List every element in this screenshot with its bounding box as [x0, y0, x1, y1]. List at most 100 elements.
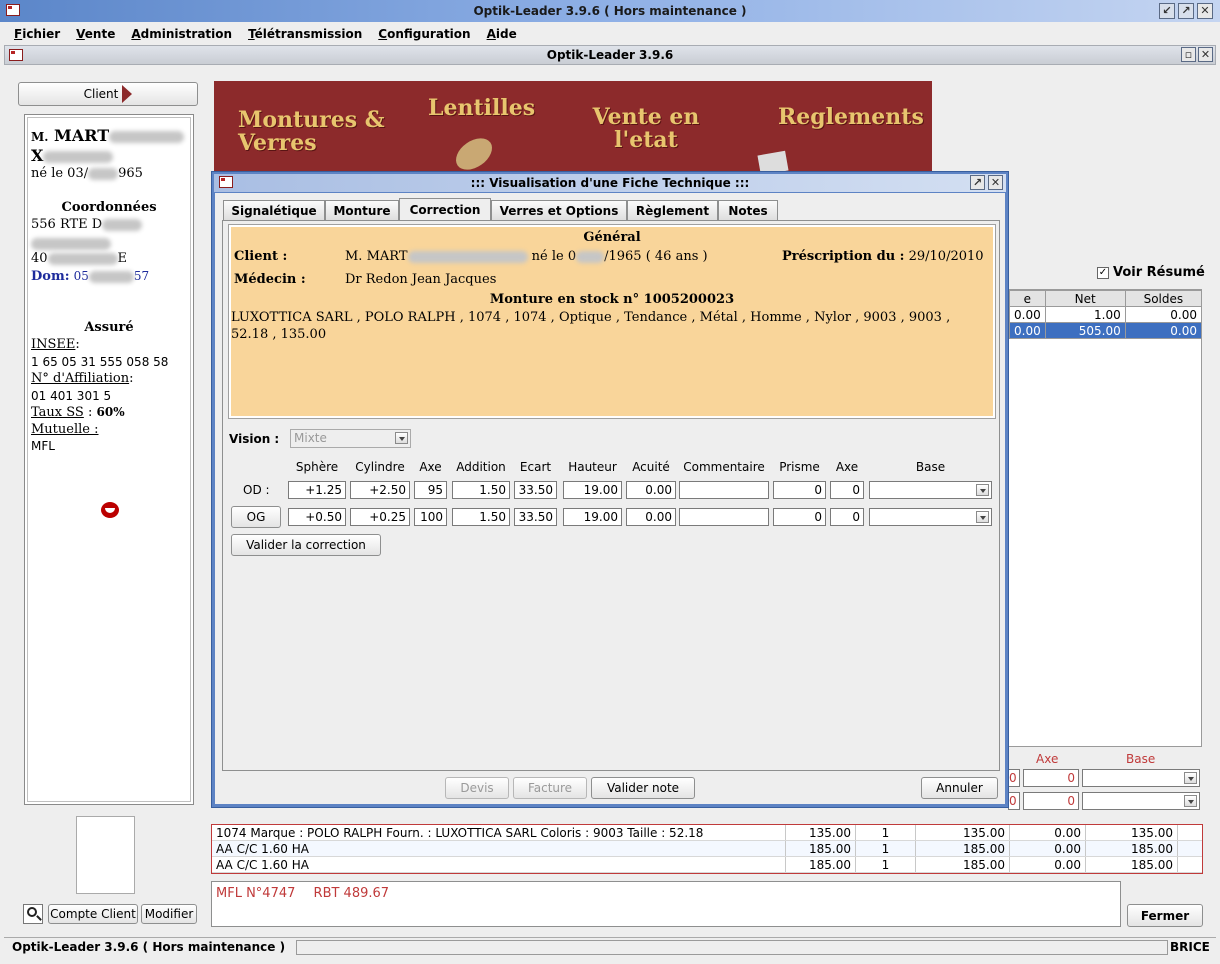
- banner-lentilles[interactable]: Lentilles: [428, 96, 535, 120]
- right-base-label: Base: [1126, 752, 1156, 766]
- table-row-selected[interactable]: 0.00 505.00 0.00: [1009, 322, 1203, 339]
- banner-montures-verres[interactable]: Montures & Verres: [238, 108, 388, 155]
- tab-monture[interactable]: Monture: [325, 200, 399, 220]
- client-button-label: Client: [83, 87, 119, 101]
- order-line-cell: 1: [856, 857, 916, 872]
- right-field[interactable]: 0: [1008, 792, 1020, 810]
- client-birthdate: né le 03/965: [31, 166, 143, 181]
- client-photo: [76, 816, 135, 894]
- client-button[interactable]: Client: [18, 82, 198, 106]
- annuler-button[interactable]: Annuler: [921, 777, 998, 799]
- og-prisme-field[interactable]: 0: [773, 508, 826, 526]
- od-ecart-field[interactable]: 33.50: [514, 481, 557, 499]
- og-cylindre-field[interactable]: +0.25: [350, 508, 410, 526]
- od-cylindre-field[interactable]: +2.50: [350, 481, 410, 499]
- od-addition-field[interactable]: 1.50: [452, 481, 510, 499]
- coordonnees-title: Coordonnées: [61, 200, 157, 215]
- order-line-row[interactable]: AA C/C 1.60 HA 185.00 1 185.00 0.00 185.00: [212, 841, 1202, 857]
- od-acuite-field[interactable]: 0.00: [626, 481, 676, 499]
- banner-reglements[interactable]: Reglements: [778, 105, 924, 129]
- order-line-row[interactable]: AA C/C 1.60 HA 185.00 1 185.00 0.00 185.00: [212, 857, 1202, 873]
- og-addition-field[interactable]: 1.50: [452, 508, 510, 526]
- valider-correction-button[interactable]: Valider la correction: [231, 534, 381, 556]
- tab-correction[interactable]: Correction: [399, 198, 491, 221]
- fiche-technique-dialog: ::: Visualisation d'une Fiche Technique …: [211, 171, 1009, 808]
- od-sphere-field[interactable]: +1.25: [288, 481, 346, 499]
- tab-signaletique[interactable]: Signalétique: [223, 200, 325, 220]
- valider-note-button[interactable]: Valider note: [591, 777, 695, 799]
- order-line-cell: 0.00: [1010, 825, 1086, 840]
- og-hauteur-field[interactable]: 19.00: [563, 508, 622, 526]
- od-axe2-field[interactable]: 0: [830, 481, 864, 499]
- order-line-row[interactable]: 1074 Marque : POLO RALPH Fourn. : LUXOTT…: [212, 825, 1202, 841]
- table-row[interactable]: 0.00 1.00 0.00: [1009, 306, 1203, 323]
- tab-notes[interactable]: Notes: [718, 200, 778, 220]
- og-axe2-field[interactable]: 0: [830, 508, 864, 526]
- right-field[interactable]: 0: [1008, 769, 1020, 787]
- minimize-icon[interactable]: ↙: [1159, 3, 1175, 19]
- modifier-button[interactable]: Modifier: [141, 904, 197, 924]
- cell: 0.00: [1124, 306, 1203, 323]
- menu-teletransmission[interactable]: Télétransmission: [240, 27, 370, 41]
- cell: 1.00: [1044, 306, 1126, 323]
- right-base-select[interactable]: [1082, 792, 1200, 810]
- od-commentaire-field[interactable]: [679, 481, 769, 499]
- status-bar: Optik-Leader 3.9.6 ( Hors maintenance ) …: [4, 937, 1216, 957]
- col-header-addition: Addition: [456, 460, 506, 474]
- vision-select[interactable]: Mixte: [290, 429, 411, 448]
- fermer-button[interactable]: Fermer: [1127, 904, 1203, 927]
- col-header-axe2: Axe: [835, 460, 859, 474]
- client-name: M. MART: [31, 126, 185, 145]
- right-axe-field[interactable]: 0: [1023, 769, 1079, 787]
- col-header-acuite: Acuité: [632, 460, 670, 474]
- facture-button[interactable]: Facture: [513, 777, 587, 799]
- devis-button[interactable]: Devis: [445, 777, 509, 799]
- og-sphere-field[interactable]: +0.50: [288, 508, 346, 526]
- compte-client-button[interactable]: Compte Client: [48, 904, 138, 924]
- right-axe-field[interactable]: 0: [1023, 792, 1079, 810]
- og-base-field[interactable]: [869, 508, 992, 526]
- close-icon[interactable]: ✕: [1197, 3, 1213, 19]
- og-button[interactable]: OG: [231, 506, 281, 528]
- order-line-cell: 1: [856, 825, 916, 840]
- col-header-base: Base: [915, 460, 946, 474]
- order-line-cell: 0.00: [1010, 857, 1086, 872]
- frame-close-icon[interactable]: ✕: [1198, 47, 1213, 62]
- status-text: Optik-Leader 3.9.6 ( Hors maintenance ): [12, 940, 286, 954]
- lens-graphic-icon: [450, 131, 498, 177]
- restore-icon[interactable]: ▫: [1181, 47, 1196, 62]
- og-ecart-field[interactable]: 33.50: [514, 508, 557, 526]
- od-base-field[interactable]: [869, 481, 992, 499]
- tab-verres-options[interactable]: Verres et Options: [491, 200, 627, 220]
- tab-reglement[interactable]: Règlement: [627, 200, 718, 220]
- dialog-maximize-icon[interactable]: ↗: [970, 175, 985, 190]
- notes-area[interactable]: MFL N°4747 RBT 489.67: [211, 881, 1121, 927]
- menu-aide[interactable]: Aide: [479, 27, 525, 41]
- order-line-cell: 185.00: [916, 841, 1010, 856]
- maximize-icon[interactable]: ↗: [1178, 3, 1194, 19]
- og-acuite-field[interactable]: 0.00: [626, 508, 676, 526]
- menu-configuration[interactable]: Configuration: [370, 27, 478, 41]
- voir-resume-checkbox[interactable]: ✓ Voir Résumé: [1097, 265, 1205, 280]
- order-line-cell: 135.00: [786, 825, 856, 840]
- taux-ss: Taux SS : 60%: [31, 405, 125, 420]
- od-prisme-field[interactable]: 0: [773, 481, 826, 499]
- affiliation-value: 01 401 301 5: [31, 389, 112, 403]
- client-label: Client :: [234, 249, 288, 264]
- od-axe-field[interactable]: 95: [414, 481, 447, 499]
- dialog-close-icon[interactable]: ✕: [988, 175, 1003, 190]
- right-base-select[interactable]: [1082, 769, 1200, 787]
- smiley-icon: [101, 502, 119, 518]
- right-axe-label: Axe: [1036, 752, 1059, 766]
- menu-vente[interactable]: Vente: [68, 27, 123, 41]
- og-commentaire-field[interactable]: [679, 508, 769, 526]
- client-name-line2: X: [31, 146, 114, 165]
- menu-administration[interactable]: Administration: [123, 27, 240, 41]
- search-icon[interactable]: [23, 904, 43, 924]
- order-line-cell: 1: [856, 841, 916, 856]
- og-axe-field[interactable]: 100: [414, 508, 447, 526]
- menu-fichier[interactable]: Fichier: [0, 27, 68, 41]
- od-hauteur-field[interactable]: 19.00: [563, 481, 622, 499]
- mutuelle-value: MFL: [31, 439, 55, 453]
- banner-vente-etat[interactable]: Vente en l'etat: [586, 105, 706, 152]
